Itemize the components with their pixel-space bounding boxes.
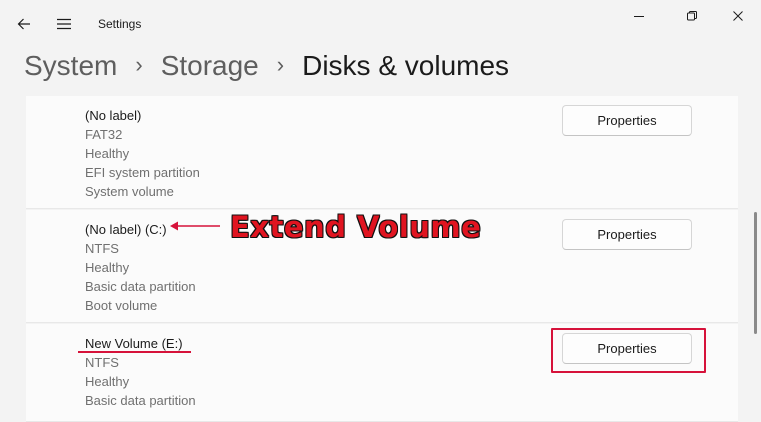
navigation-menu-button[interactable]	[48, 8, 80, 40]
volume-filesystem: NTFS	[85, 355, 119, 370]
back-arrow-icon	[17, 18, 30, 30]
volume-partition-type: Basic data partition	[85, 279, 196, 294]
annotation-arrow	[170, 221, 220, 231]
restore-icon	[687, 11, 697, 21]
chevron-right-icon: ›	[276, 52, 285, 77]
close-icon	[733, 11, 743, 21]
volume-filesystem: NTFS	[85, 241, 119, 256]
breadcrumb-system[interactable]: System	[24, 50, 117, 82]
annotation-underline	[78, 351, 191, 353]
volume-filesystem: FAT32	[85, 127, 123, 142]
back-button[interactable]	[8, 8, 40, 40]
chevron-right-icon: ›	[135, 52, 143, 77]
app-title: Settings	[98, 17, 142, 31]
volume-role: Boot volume	[85, 298, 158, 313]
minimize-icon	[634, 16, 644, 17]
volume-list: (No label) FAT32 Healthy EFI system part…	[26, 96, 738, 422]
properties-button[interactable]: Properties	[562, 105, 692, 136]
annotation-label: Extend Volume	[230, 210, 482, 244]
volume-role: System volume	[85, 184, 174, 199]
volume-name: (No label) (C:)	[85, 222, 167, 237]
volume-partition-type: Basic data partition	[85, 393, 196, 408]
volume-health: Healthy	[85, 374, 130, 389]
volume-name: (No label)	[85, 108, 142, 123]
title-bar: Settings	[0, 0, 761, 48]
volume-health: Healthy	[85, 146, 130, 161]
volume-health: Healthy	[85, 260, 130, 275]
volume-item: (No label) FAT32 Healthy EFI system part…	[26, 96, 738, 209]
scrollbar-thumb[interactable]	[754, 212, 757, 334]
breadcrumb: System › Storage › Disks & volumes	[24, 46, 509, 86]
properties-button[interactable]: Properties	[562, 219, 692, 250]
minimize-button[interactable]	[616, 0, 662, 32]
volume-name: New Volume (E:)	[85, 336, 183, 351]
volume-partition-type: EFI system partition	[85, 165, 200, 180]
close-button[interactable]	[715, 0, 761, 32]
hamburger-icon	[57, 18, 71, 30]
annotation-highlight-box	[551, 328, 706, 373]
breadcrumb-storage[interactable]: Storage	[161, 50, 259, 82]
restore-button[interactable]	[669, 0, 715, 32]
page-title: Disks & volumes	[302, 50, 510, 81]
